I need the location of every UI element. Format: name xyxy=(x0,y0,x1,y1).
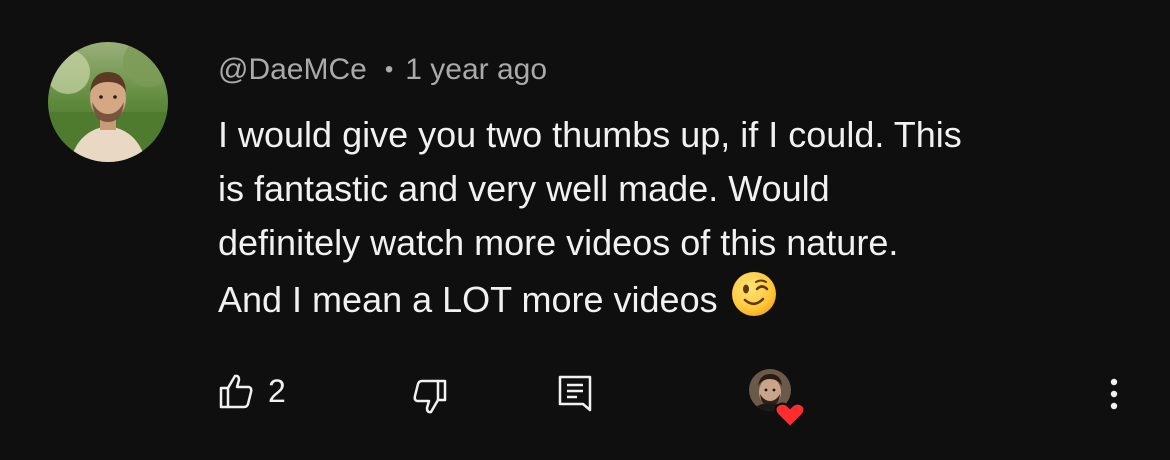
comment-timestamp[interactable]: 1 year ago xyxy=(405,50,547,90)
author-name[interactable]: @DaeMCe xyxy=(218,50,367,90)
comment-text: I would give you two thumbs up, if I cou… xyxy=(218,108,1148,333)
comment-line: is fantastic and very well made. Would xyxy=(218,168,830,209)
thumbs-up-icon xyxy=(219,374,253,409)
comment-line-last: And I mean a LOT more videos xyxy=(218,270,1148,333)
comment-header: @DaeMCe • 1 year ago xyxy=(218,50,547,90)
like-button[interactable]: 2 xyxy=(218,371,286,411)
comment-actions: 2 xyxy=(0,366,1170,429)
more-options-button[interactable] xyxy=(1106,374,1122,414)
dislike-button[interactable] xyxy=(412,378,448,416)
more-vertical-icon xyxy=(1110,378,1118,410)
like-count: 2 xyxy=(268,373,286,409)
header-separator: • xyxy=(384,56,394,83)
avatar-photo xyxy=(48,42,168,162)
creator-heart-icon xyxy=(749,369,806,429)
reply-button[interactable] xyxy=(557,374,593,414)
reply-icon xyxy=(558,375,592,412)
thumbs-down-icon xyxy=(413,379,447,414)
author-avatar[interactable] xyxy=(48,42,168,162)
winking-face-emoji xyxy=(730,270,778,333)
comment-line-text: And I mean a LOT more videos xyxy=(218,279,718,320)
creator-heart xyxy=(748,368,808,430)
comment-line: I would give you two thumbs up, if I cou… xyxy=(218,114,962,155)
comment-line: definitely watch more videos of this nat… xyxy=(218,222,899,263)
